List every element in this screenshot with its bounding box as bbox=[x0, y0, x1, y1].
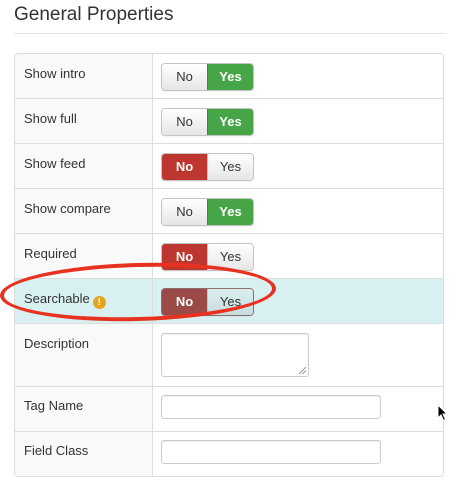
general-properties-panel: General Properties Show intro No Yes Sho… bbox=[0, 0, 460, 499]
show-intro-no-button[interactable]: No bbox=[162, 64, 207, 90]
searchable-cell: Searchable! bbox=[15, 278, 153, 323]
tag-name-label: Tag Name bbox=[15, 386, 153, 431]
show-full-toggle: No Yes bbox=[161, 108, 254, 136]
required-toggle: No Yes bbox=[161, 243, 254, 271]
row-show-intro: Show intro No Yes bbox=[15, 54, 443, 98]
field-class-label: Field Class bbox=[15, 431, 153, 476]
page-title: General Properties bbox=[14, 4, 174, 25]
row-field-class: Field Class bbox=[15, 431, 443, 476]
show-full-label: Show full bbox=[15, 98, 153, 143]
description-textarea[interactable] bbox=[161, 333, 309, 377]
title-divider bbox=[14, 33, 446, 34]
warning-icon[interactable]: ! bbox=[92, 296, 106, 309]
row-searchable: Searchable! No Yes bbox=[15, 278, 443, 323]
required-label: Required bbox=[15, 233, 153, 278]
row-description: Description bbox=[15, 323, 443, 386]
show-compare-no-button[interactable]: No bbox=[162, 199, 207, 225]
show-feed-label: Show feed bbox=[15, 143, 153, 188]
show-intro-label: Show intro bbox=[15, 54, 153, 98]
searchable-no-button[interactable]: No bbox=[162, 289, 207, 315]
resize-grip-icon[interactable] bbox=[299, 367, 306, 374]
row-tag-name: Tag Name bbox=[15, 386, 443, 431]
show-full-yes-button[interactable]: Yes bbox=[207, 109, 253, 135]
show-intro-yes-button[interactable]: Yes bbox=[207, 64, 253, 90]
row-show-feed: Show feed No Yes bbox=[15, 143, 443, 188]
show-feed-no-button[interactable]: No bbox=[162, 154, 207, 180]
required-yes-button[interactable]: Yes bbox=[207, 244, 253, 270]
show-feed-toggle: No Yes bbox=[161, 153, 254, 181]
show-compare-toggle: No Yes bbox=[161, 198, 254, 226]
mouse-pointer-icon bbox=[437, 404, 449, 422]
row-required: Required No Yes bbox=[15, 233, 443, 278]
description-label: Description bbox=[15, 323, 153, 386]
show-full-no-button[interactable]: No bbox=[162, 109, 207, 135]
show-intro-toggle: No Yes bbox=[161, 63, 254, 91]
row-show-compare: Show compare No Yes bbox=[15, 188, 443, 233]
properties-table: Show intro No Yes Show full No Yes Show … bbox=[14, 53, 444, 477]
row-show-full: Show full No Yes bbox=[15, 98, 443, 143]
searchable-toggle: No Yes bbox=[161, 288, 254, 316]
show-feed-yes-button[interactable]: Yes bbox=[207, 154, 253, 180]
show-compare-yes-button[interactable]: Yes bbox=[207, 199, 253, 225]
show-compare-label: Show compare bbox=[15, 188, 153, 233]
field-class-input[interactable] bbox=[161, 440, 381, 464]
required-no-button[interactable]: No bbox=[162, 244, 207, 270]
searchable-label: Searchable bbox=[24, 291, 90, 306]
tag-name-input[interactable] bbox=[161, 395, 381, 419]
searchable-yes-button[interactable]: Yes bbox=[207, 289, 253, 315]
